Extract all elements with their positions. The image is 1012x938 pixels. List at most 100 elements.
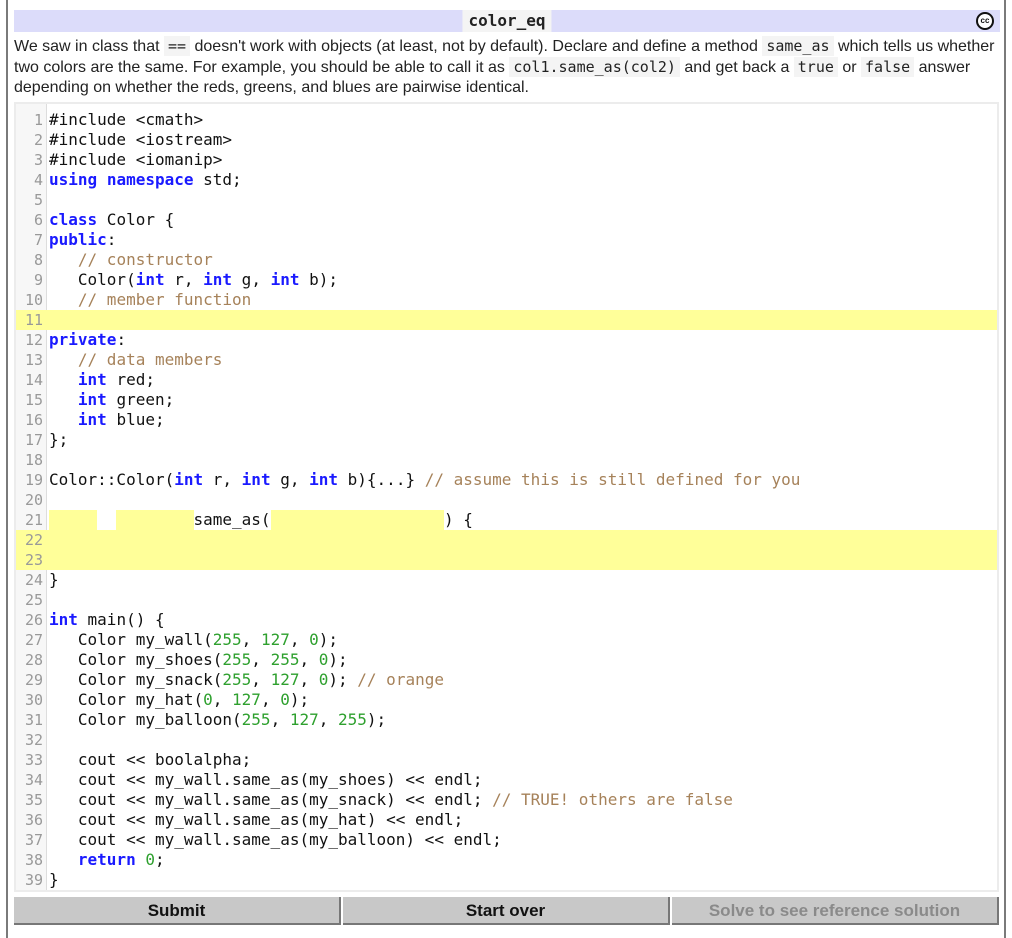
code-line: 39} [16, 870, 997, 890]
line-number: 11 [24, 311, 43, 329]
code-line: 2 #include <iostream> [16, 130, 997, 150]
code-line: 12 private: [16, 330, 997, 350]
code-line: 4 using namespace std; [16, 170, 997, 190]
line-number: 18 [24, 451, 43, 469]
line-number: 34 [24, 771, 43, 789]
code-token: ); [289, 690, 310, 709]
code-number: 127 [260, 630, 290, 649]
code-line: 21 same_as( ) { [16, 510, 997, 530]
line-number: 29 [24, 671, 43, 689]
code-line: 28 Color my_shoes(255, 255, 0); [16, 650, 997, 670]
code-line: 17}; [16, 430, 997, 450]
code-text: class Color { [49, 210, 174, 230]
code-token: std; [193, 170, 242, 189]
start-over-button[interactable]: Start over [343, 897, 670, 925]
code-line: 36 cout << my_wall.same_as(my_hat) << en… [16, 810, 997, 830]
code-keyword: int [309, 470, 339, 489]
code-token: cout << my_wall.same_as(my_balloon) << e… [49, 830, 502, 849]
line-number: 30 [24, 691, 43, 709]
code-keyword: int [270, 270, 300, 289]
line-number: 9 [33, 271, 43, 289]
code-keyword: int [174, 470, 204, 489]
code-editor[interactable]: 1 #include <cmath> 2 #include <iostream> 3 #i… [14, 102, 999, 892]
code-keyword: class [49, 210, 98, 229]
inline-code: col1.same_as(col2) [509, 57, 680, 77]
code-text: using namespace std; [49, 170, 242, 190]
code-keyword: private [49, 330, 117, 349]
code-token: , [251, 670, 271, 689]
code-token: ); [318, 630, 339, 649]
code-line: 3 #include <iomanip> [16, 150, 997, 170]
code-number: 127 [270, 670, 300, 689]
code-token: , [260, 690, 281, 709]
code-line: 35 cout << my_wall.same_as(my_snack) << … [16, 790, 997, 810]
reference-solution-button[interactable]: Solve to see reference solution [672, 897, 999, 925]
inline-code: true [793, 57, 838, 77]
code-line: 15 int green; [16, 390, 997, 410]
code-token: g, [232, 270, 271, 289]
code-token: , [299, 650, 319, 669]
code-number: 127 [289, 710, 319, 729]
code-line: 14 int red; [16, 370, 997, 390]
creative-commons-icon[interactable]: cc [976, 12, 994, 30]
code-blank-input[interactable] [270, 510, 444, 530]
code-token: r, [203, 470, 242, 489]
code-line: 19 Color::Color(int r, int g, int b){...}… [16, 470, 997, 490]
line-number: 7 [33, 231, 43, 249]
line-number: 20 [24, 491, 43, 509]
code-text: Color my_hat(0, 127, 0); [49, 690, 309, 710]
code-number: 0 [318, 670, 329, 689]
code-keyword: int [77, 390, 107, 409]
code-text: // data members [49, 350, 223, 370]
code-blank-input[interactable]: 22 [16, 530, 997, 550]
code-text: #include <iomanip> [49, 150, 222, 170]
code-text: public: [49, 230, 116, 250]
code-line: 31 Color my_balloon(255, 127, 255); [16, 710, 997, 730]
code-token: cout << my_wall.same_as(my_shoes) << end… [49, 770, 483, 789]
submit-button[interactable]: Submit [14, 897, 341, 925]
code-token: blue; [106, 410, 165, 429]
code-text: cout << my_wall.same_as(my_balloon) << e… [49, 830, 502, 850]
code-blank-input[interactable] [116, 510, 194, 530]
code-text: // constructor [49, 250, 213, 270]
line-number: 14 [24, 371, 43, 389]
code-blank-input[interactable]: 23 [16, 550, 997, 570]
code-token: ); [328, 650, 348, 669]
code-token: #include <iostream> [49, 130, 233, 149]
code-token: Color my_balloon( [49, 710, 242, 729]
code-text: } [49, 870, 59, 890]
code-text: int green; [49, 390, 174, 410]
line-number: 36 [24, 811, 43, 829]
code-line: 38 return 0; [16, 850, 997, 870]
code-text: Color(int r, int g, int b); [49, 270, 338, 290]
code-line: 20 [16, 490, 997, 510]
code-token: #include <cmath> [49, 110, 204, 129]
code-text: Color my_snack(255, 127, 0); // orange [49, 670, 444, 690]
code-keyword: int [241, 470, 271, 489]
code-comment: // data members [77, 350, 223, 369]
line-number: 37 [24, 831, 43, 849]
code-line: 25 [16, 590, 997, 610]
code-line: 34 cout << my_wall.same_as(my_shoes) << … [16, 770, 997, 790]
code-line: 33 cout << boolalpha; [16, 750, 997, 770]
code-blank-input[interactable] [49, 510, 98, 530]
line-number: 28 [24, 651, 43, 669]
code-token: #include <iomanip> [49, 150, 223, 169]
description-text: and get back a [679, 59, 794, 76]
code-token: r, [164, 270, 204, 289]
line-number: 1 [33, 111, 43, 129]
code-token: Color my_snack( [49, 670, 223, 689]
line-number: 15 [24, 391, 43, 409]
code-text: cout << my_wall.same_as(my_hat) << endl; [49, 810, 463, 830]
code-token: Color my_shoes( [49, 650, 223, 669]
code-blank-input[interactable]: 11 [16, 310, 997, 330]
code-text: int main() { [49, 610, 165, 630]
code-number: 0 [145, 850, 155, 869]
code-token: : [106, 230, 117, 249]
code-line: 13 // data members [16, 350, 997, 370]
code-token: Color my_hat( [49, 690, 204, 709]
code-token: cout << boolalpha; [49, 750, 252, 769]
description-text: doesn't work with objects (at least, not… [190, 38, 763, 55]
